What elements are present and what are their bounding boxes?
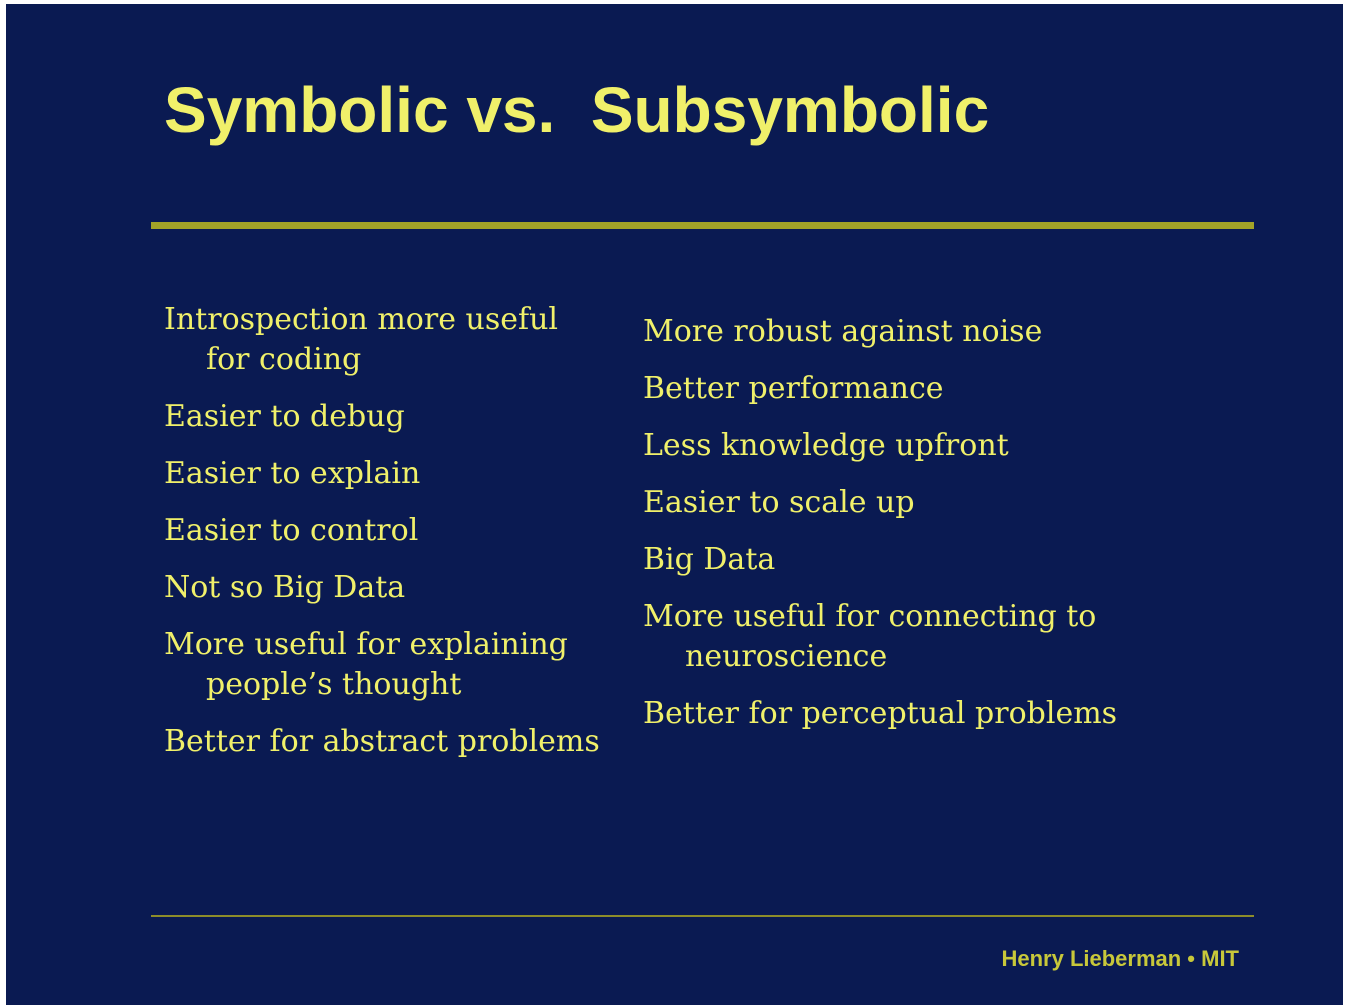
symbolic-list: Introspection more useful for coding Eas… xyxy=(164,300,604,779)
list-item: Easier to control xyxy=(164,513,419,548)
list-item: Easier to scale up xyxy=(643,485,915,520)
list-item: Easier to explain xyxy=(164,456,421,491)
list-item: Easier to debug xyxy=(164,399,405,434)
title-divider xyxy=(151,222,1254,229)
list-item: More useful for explaining people’s thou… xyxy=(164,627,568,702)
footer-credit: Henry Lieberman • MIT xyxy=(1001,946,1239,971)
slide-title: Symbolic vs. Subsymbolic xyxy=(164,74,990,146)
list-item: More robust against noise xyxy=(643,314,1043,349)
list-item: Better for abstract problems xyxy=(164,724,600,759)
list-item: Introspection more useful for coding xyxy=(164,302,558,377)
list-item: More useful for connecting to neuroscien… xyxy=(643,599,1097,674)
list-item: Better for perceptual problems xyxy=(643,696,1118,731)
slide: Symbolic vs. Subsymbolic Introspection m… xyxy=(6,4,1343,1005)
list-item: Big Data xyxy=(643,542,776,577)
subsymbolic-list: More robust against noise Better perform… xyxy=(643,312,1163,751)
footer-divider xyxy=(151,915,1254,917)
list-item: Not so Big Data xyxy=(164,570,406,605)
list-item: Better performance xyxy=(643,371,944,406)
list-item: Less knowledge upfront xyxy=(643,428,1009,463)
